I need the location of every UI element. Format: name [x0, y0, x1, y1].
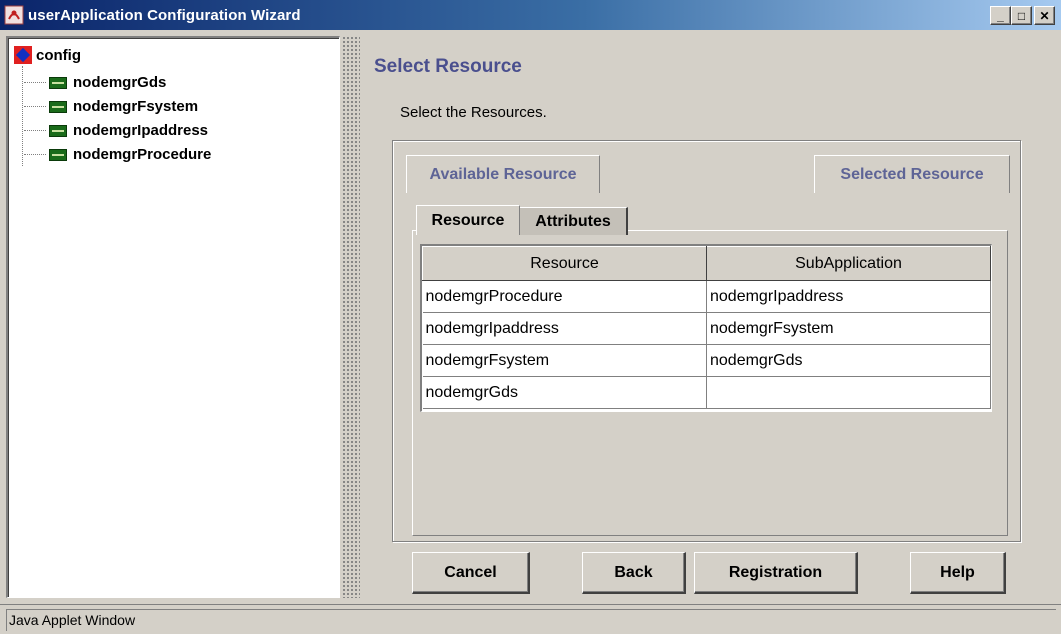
tree-connector: [24, 106, 46, 107]
table-header-row: Resource SubApplication: [422, 246, 991, 281]
tree-connector: [24, 82, 46, 83]
cancel-button[interactable]: Cancel: [412, 552, 530, 594]
window-controls: _ □ ✕: [990, 6, 1055, 25]
java-app-icon: [4, 5, 24, 25]
config-folder-icon: [14, 46, 32, 64]
registration-button[interactable]: Registration: [694, 552, 858, 594]
tree-connector: [24, 154, 46, 155]
cell-resource[interactable]: nodemgrGds: [422, 376, 707, 409]
tab-attributes[interactable]: Attributes: [520, 207, 628, 235]
tree-item-label: nodemgrFsystem: [73, 98, 199, 115]
instruction-text: Select the Resources.: [400, 104, 547, 121]
wizard-window: userApplication Configuration Wizard _ □…: [0, 0, 1061, 634]
status-text: Java Applet Window: [6, 609, 1056, 631]
page-title: Select Resource: [374, 56, 522, 77]
cell-resource[interactable]: nodemgrFsystem: [422, 344, 707, 377]
table-row[interactable]: nodemgrIpaddress nodemgrFsystem: [422, 312, 991, 345]
cell-subapplication[interactable]: [706, 376, 991, 409]
tab-resource[interactable]: Resource: [416, 205, 520, 235]
resource-chip-icon: [49, 76, 67, 89]
table-row[interactable]: nodemgrGds: [422, 376, 991, 409]
tree-item-nodemgripaddress[interactable]: nodemgrIpaddress: [24, 122, 208, 139]
minimize-button[interactable]: _: [990, 6, 1011, 25]
title-bar[interactable]: userApplication Configuration Wizard _ □…: [0, 0, 1061, 30]
cell-subapplication[interactable]: nodemgrFsystem: [706, 312, 991, 345]
cell-subapplication[interactable]: nodemgrIpaddress: [706, 280, 991, 313]
resource-chip-icon: [49, 100, 67, 113]
cell-resource[interactable]: nodemgrProcedure: [422, 280, 707, 313]
table-row[interactable]: nodemgrProcedure nodemgrIpaddress: [422, 280, 991, 313]
tree-root-label: config: [36, 46, 81, 64]
tree-connector: [24, 130, 46, 131]
tree-item-nodemgrgds[interactable]: nodemgrGds: [24, 74, 166, 91]
table-row[interactable]: nodemgrFsystem nodemgrGds: [422, 344, 991, 377]
tab-selected-resource[interactable]: Selected Resource: [814, 155, 1010, 193]
help-button[interactable]: Help: [910, 552, 1006, 594]
tab-available-resource[interactable]: Available Resource: [406, 155, 600, 193]
column-header-subapplication[interactable]: SubApplication: [706, 246, 991, 281]
cell-subapplication[interactable]: nodemgrGds: [706, 344, 991, 377]
tree-item-label: nodemgrIpaddress: [73, 122, 209, 139]
close-button[interactable]: ✕: [1034, 6, 1055, 25]
tree-root-config[interactable]: config: [14, 46, 81, 64]
resource-chip-icon: [49, 148, 67, 161]
tree-item-label: nodemgrProcedure: [73, 146, 212, 163]
tree-item-nodemgrprocedure[interactable]: nodemgrProcedure: [24, 146, 211, 163]
back-button[interactable]: Back: [582, 552, 686, 594]
panel-splitter[interactable]: [342, 36, 360, 598]
window-title: userApplication Configuration Wizard: [28, 6, 301, 24]
config-tree[interactable]: config nodemgrGds nodemgrFsystem nodemgr…: [6, 36, 340, 598]
column-header-resource[interactable]: Resource: [422, 246, 707, 281]
tree-item-label: nodemgrGds: [73, 74, 167, 91]
tree-item-nodemgrfsystem[interactable]: nodemgrFsystem: [24, 98, 198, 115]
cell-resource[interactable]: nodemgrIpaddress: [422, 312, 707, 345]
status-bar: Java Applet Window: [0, 604, 1061, 634]
tree-connector-line: [22, 66, 23, 166]
resource-chip-icon: [49, 124, 67, 137]
resource-table: Resource SubApplication nodemgrProcedure…: [420, 244, 992, 412]
maximize-button[interactable]: □: [1011, 6, 1032, 25]
